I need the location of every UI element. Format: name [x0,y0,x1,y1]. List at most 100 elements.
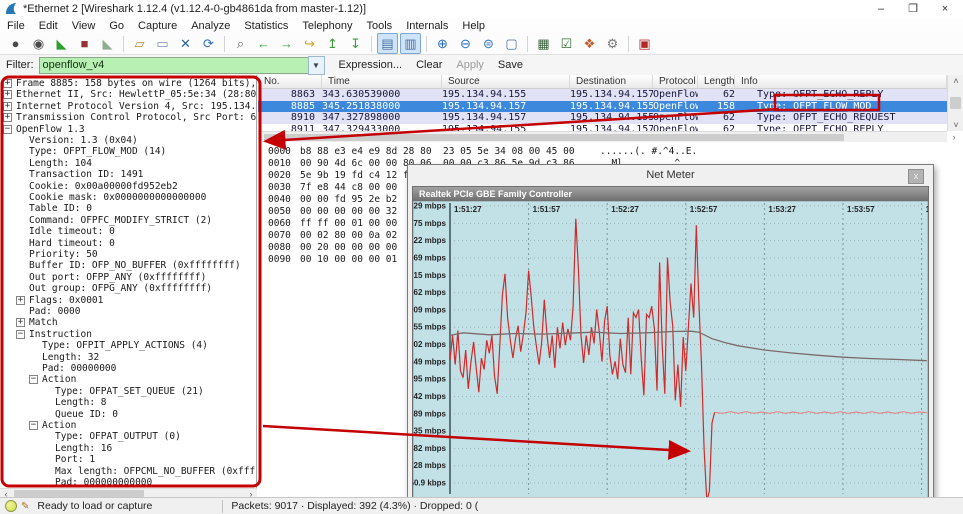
expand-icon[interactable]: + [3,113,12,122]
zoom-out-button[interactable]: ⊖ [455,33,476,54]
expand-icon[interactable]: + [3,102,12,111]
net-meter-window[interactable]: Net Meter x Realtek PCIe GBE Family Cont… [407,164,934,503]
tree-line[interactable]: Type: OFPT_FLOW_MOD (14) [0,146,166,157]
menu-help[interactable]: Help [455,20,492,32]
tree-line[interactable]: Length: 8 [0,397,106,408]
column-header-no[interactable]: No. [258,75,322,88]
tree-line[interactable]: Length: 104 [0,158,92,169]
title-bar[interactable]: *Ethernet 2 [Wireshark 1.12.4 (v1.12.4-0… [0,0,963,18]
collapse-icon[interactable]: − [3,125,12,134]
tree-line[interactable]: −Action [0,374,76,385]
tree-line[interactable]: −Action [0,420,76,431]
tree-line[interactable]: Max length: OFPCML_NO_BUFFER (0xffff) [0,466,257,477]
tree-line[interactable]: −OpenFlow 1.3 [0,124,85,135]
collapse-icon[interactable]: − [16,330,25,339]
tree-line[interactable]: +Ethernet II, Src: HewlettP_05:5e:34 (28… [0,89,257,100]
menu-analyze[interactable]: Analyze [184,20,237,32]
expand-icon[interactable]: + [3,90,12,99]
expert-info-led-icon[interactable] [5,500,17,512]
go-to-top-button[interactable]: ↥ [322,33,343,54]
net-meter-title-bar[interactable]: Net Meter [408,165,933,185]
display-filters-button[interactable]: ☑ [556,33,577,54]
close-button[interactable]: × [929,0,961,17]
column-header-destination[interactable]: Destination [570,75,653,88]
menu-telephony[interactable]: Telephony [295,20,359,32]
scroll-up-icon[interactable]: ˄ [950,76,962,86]
reload-button[interactable]: ⟳ [198,33,219,54]
filter-clear-button[interactable]: Clear [416,59,442,71]
go-to-bottom-button[interactable]: ↧ [345,33,366,54]
help-button[interactable]: ▣ [634,33,655,54]
tree-line[interactable]: Hard timeout: 0 [0,238,115,249]
tree-line[interactable]: +Internet Protocol Version 4, Src: 195.1… [0,101,257,112]
auto-scroll-button[interactable]: ▥ [400,33,421,54]
column-header-source[interactable]: Source [442,75,570,88]
menu-tools[interactable]: Tools [360,20,400,32]
column-header-length[interactable]: Length [698,75,735,88]
tree-line[interactable]: Version: 1.3 (0x04) [0,135,138,146]
stop-capture-button[interactable]: ■ [74,33,95,54]
tree-line[interactable]: Out group: OFPG_ANY (0xffffffff) [0,283,212,294]
menu-file[interactable]: File [0,20,32,32]
tree-line[interactable]: Command: OFPFC_MODIFY_STRICT (2) [0,215,212,226]
restart-capture-button[interactable]: ◣ [97,33,118,54]
go-forward-button[interactable]: → [276,33,297,54]
capture-comment-icon[interactable]: ✎ [21,501,29,512]
tree-line[interactable]: Queue ID: 0 [0,409,118,420]
scroll-right-icon[interactable]: › [948,132,960,142]
tree-line[interactable]: +Match [0,317,58,328]
expand-icon[interactable]: + [16,318,25,327]
tree-line[interactable]: Length: 16 [0,443,112,454]
expand-icon[interactable]: + [3,79,12,88]
list-interfaces-button[interactable]: ● [5,33,26,54]
start-capture-button[interactable]: ◣ [51,33,72,54]
save-file-button[interactable]: ▭ [152,33,173,54]
coloring-rules-button[interactable]: ❖ [579,33,600,54]
zoom-100-button[interactable]: ⊜ [478,33,499,54]
menu-statistics[interactable]: Statistics [237,20,295,32]
scroll-down-icon[interactable]: ˅ [950,120,962,130]
find-packet-button[interactable]: ⌕ [230,33,251,54]
collapse-icon[interactable]: − [29,421,38,430]
tree-line[interactable]: Cookie: 0x00a00000fd952eb2 [0,181,178,192]
expand-icon[interactable]: + [16,296,25,305]
capture-filters-button[interactable]: ▦ [533,33,554,54]
column-header-time[interactable]: Time [322,75,442,88]
filter-dropdown-arrow-icon[interactable]: ▼ [308,56,325,75]
preferences-button[interactable]: ⚙ [602,33,623,54]
tree-line[interactable]: Length: 32 [0,352,99,363]
net-meter-close-button[interactable]: x [908,169,924,184]
open-file-button[interactable]: ▱ [129,33,150,54]
packet-row-8885-selected[interactable]: 8885345.251838000195.134.94.157195.134.9… [258,101,947,113]
minimize-button[interactable]: – [865,0,897,17]
menu-internals[interactable]: Internals [399,20,455,32]
tree-line[interactable]: +Flags: 0x0001 [0,295,103,306]
filter-expression-button[interactable]: Expression... [339,59,403,71]
tree-line[interactable]: Type: OFPAT_OUTPUT (0) [0,431,181,442]
collapse-icon[interactable]: − [29,375,38,384]
details-hscroll-thumb[interactable] [14,490,144,497]
go-back-button[interactable]: ← [253,33,274,54]
filter-apply-button[interactable]: Apply [456,59,484,71]
tree-line[interactable]: Pad: 0000 [0,306,80,317]
tree-line[interactable]: Buffer ID: OFP_NO_BUFFER (0xffffffff) [0,260,241,271]
packet-list-vscrollbar[interactable]: ˄ ˅ [947,75,963,131]
go-to-packet-button[interactable]: ↪ [299,33,320,54]
tree-line[interactable]: Transaction ID: 1491 [0,169,143,180]
packet-list-header[interactable]: No.TimeSourceDestinationProtocolLengthIn… [258,75,947,89]
tree-line[interactable]: Idle timeout: 0 [0,226,115,237]
packet-list-vscroll-thumb[interactable] [950,97,961,109]
packet-list-hscroll-thumb[interactable] [264,134,844,141]
column-header-protocol[interactable]: Protocol [653,75,698,88]
tree-line[interactable]: Port: 1 [0,454,95,465]
menu-capture[interactable]: Capture [131,20,184,32]
tree-line[interactable]: Cookie mask: 0x0000000000000000 [0,192,206,203]
menu-edit[interactable]: Edit [32,20,65,32]
tree-line[interactable]: Type: OFPIT_APPLY_ACTIONS (4) [0,340,208,351]
tree-line[interactable]: Pad: 000000000000 [0,477,152,488]
tree-line[interactable]: Table ID: 0 [0,203,92,214]
resize-columns-button[interactable]: ▢ [501,33,522,54]
tree-line[interactable]: Pad: 00000000 [0,363,116,374]
tree-line[interactable]: +Frame 8885: 158 bytes on wire (1264 bit… [0,78,257,89]
colorize-button[interactable]: ▤ [377,33,398,54]
